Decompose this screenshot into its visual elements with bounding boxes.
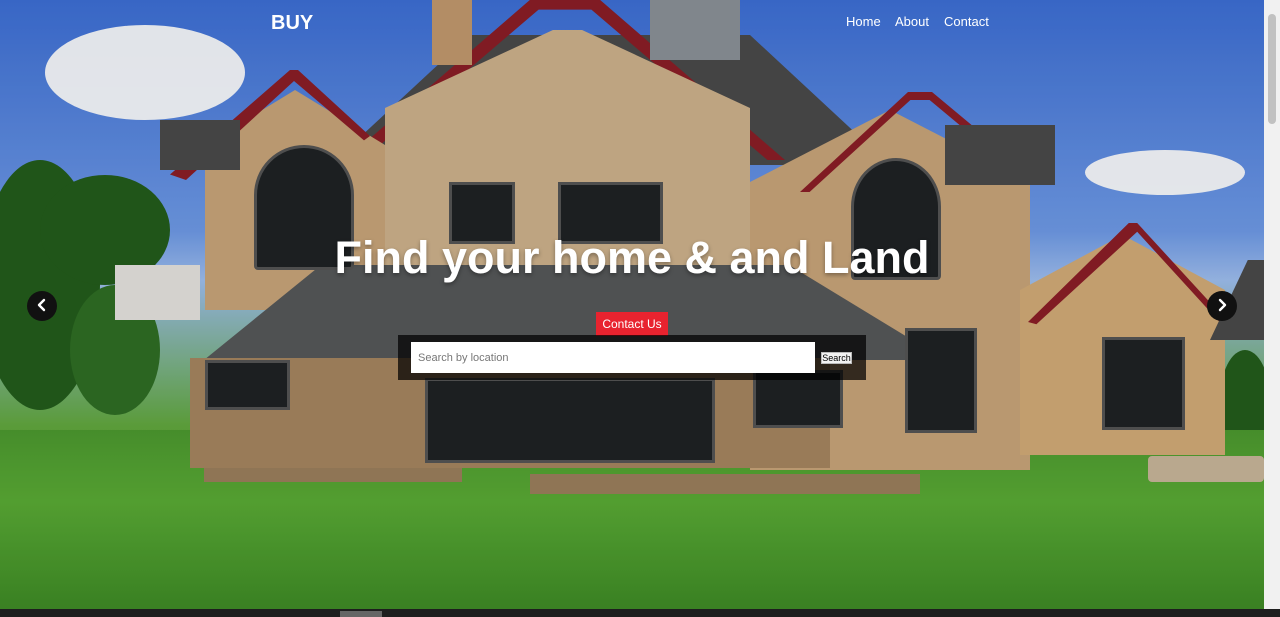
brand-logo[interactable]: BUY [271,12,313,35]
search-bar: Search [398,335,866,380]
chevron-right-icon [1215,298,1229,315]
scrollbar-thumb[interactable] [1268,14,1276,124]
contact-us-button[interactable]: Contact Us [596,312,668,336]
nav-link-about[interactable]: About [895,14,929,29]
nav-link-home[interactable]: Home [846,14,881,29]
hero-carousel: BUY Home About Contact Find your home & … [0,0,1264,609]
carousel-prev-button[interactable] [27,291,57,321]
navbar: BUY Home About Contact [0,0,1264,44]
bottom-strip-tab [340,611,382,617]
vertical-scrollbar[interactable] [1264,0,1280,609]
hero-headline: Find your home & and Land [334,232,930,283]
nav-link-contact[interactable]: Contact [944,14,989,29]
carousel-next-button[interactable] [1207,291,1237,321]
search-location-input[interactable] [411,342,815,373]
chevron-left-icon [35,298,49,315]
image-shade [0,0,1264,609]
search-button[interactable]: Search [821,352,852,364]
bottom-strip [0,609,1280,617]
